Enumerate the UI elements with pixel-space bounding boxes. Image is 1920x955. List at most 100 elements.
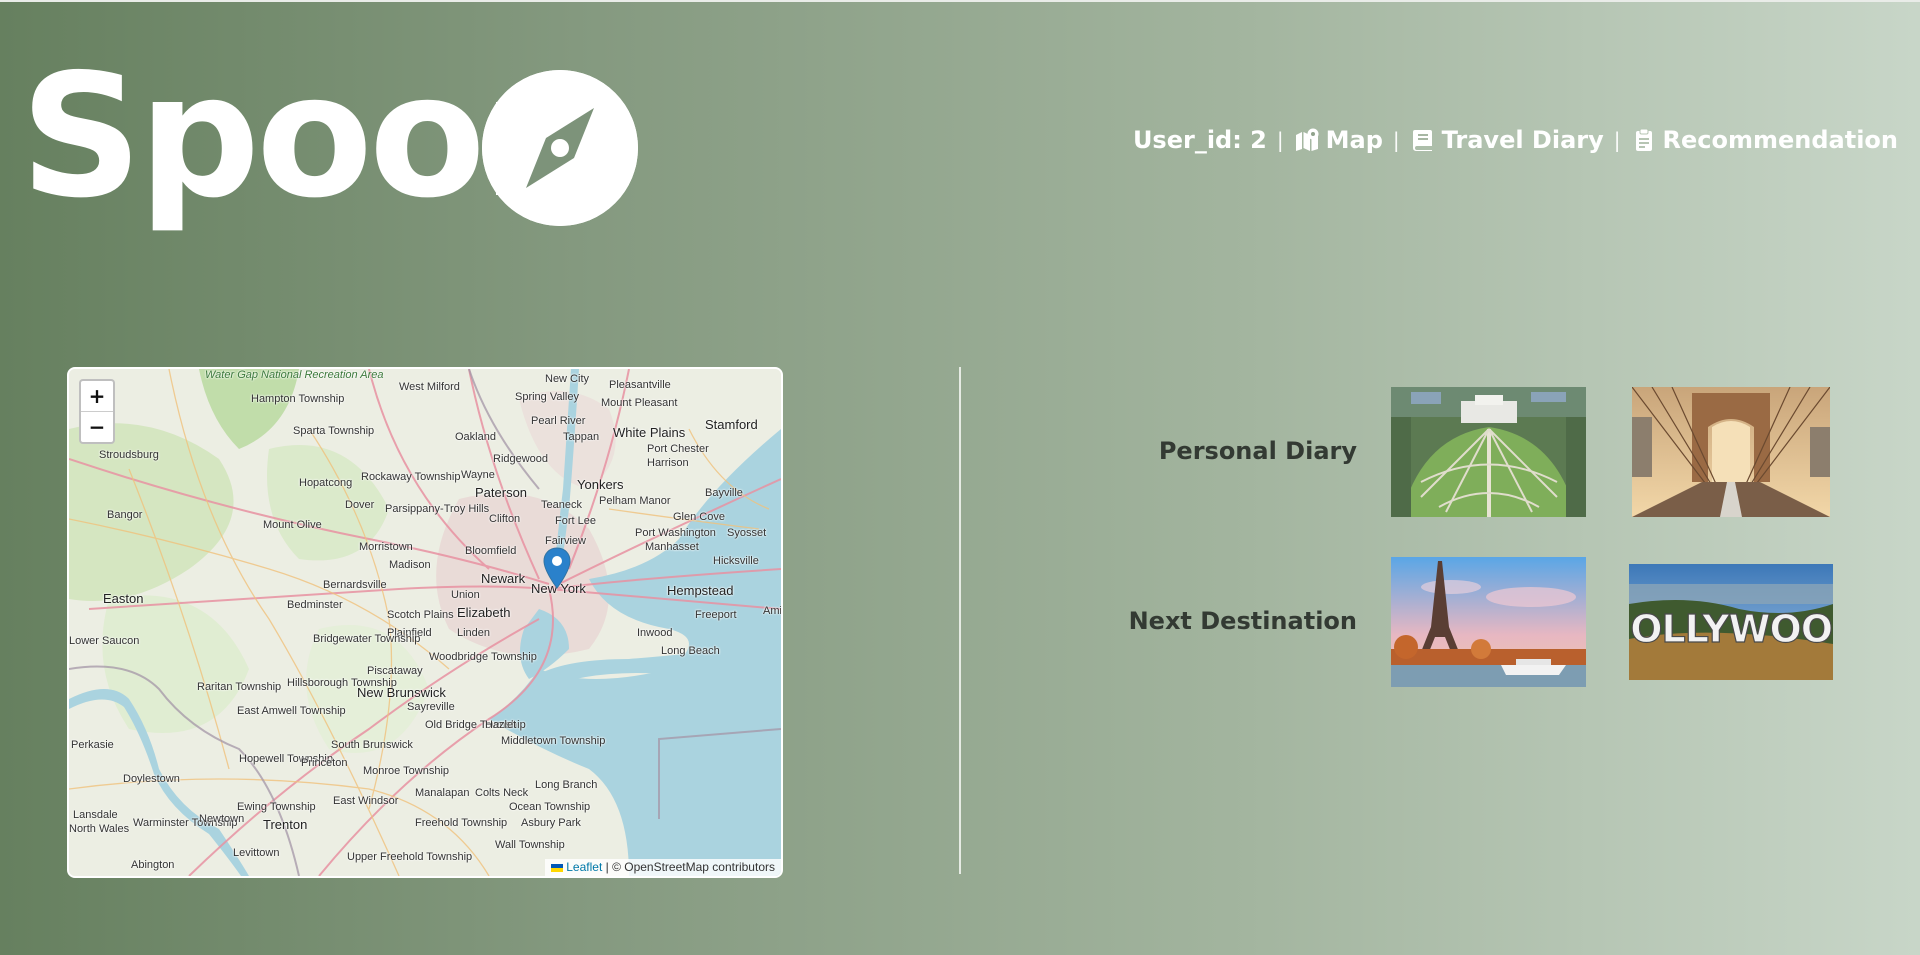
map-label: Clifton — [489, 513, 521, 525]
map-label: Inwood — [637, 627, 673, 639]
map-label: Linden — [457, 627, 491, 639]
map-label: Ridgewood — [493, 453, 549, 465]
map-label: Long Beach — [661, 645, 720, 657]
map-label: Raritan Township — [197, 681, 282, 693]
nav-link-map-label: Map — [1325, 126, 1383, 154]
map-label: Dover — [345, 499, 375, 511]
map-label: Wayne — [461, 469, 495, 481]
map-label: Ocean Township — [509, 801, 591, 813]
map-label: Wall Township — [495, 839, 565, 851]
nav-link-travel-diary[interactable]: Travel Diary — [1410, 126, 1604, 154]
map-label: Manhasset — [645, 541, 699, 553]
hollywood-sign-image[interactable]: HOLLYWOOD — [1629, 564, 1833, 680]
map-label: Bridgewater Township — [313, 633, 421, 645]
nav-link-travel-diary-label: Travel Diary — [1441, 126, 1604, 154]
nav-separator: | — [1276, 128, 1284, 152]
map-label: Bloomfield — [465, 545, 517, 557]
map-label: East Windsor — [333, 795, 399, 807]
map-label: Port Washington — [635, 527, 716, 539]
map-label: Bernardsville — [323, 579, 387, 591]
map-label: Hicksville — [713, 555, 759, 567]
map-label: Lansdale — [73, 809, 118, 821]
compass-icon — [482, 70, 638, 226]
map-label: Long Branch — [535, 779, 598, 791]
map-label: West Milford — [399, 381, 460, 393]
map-label: Freeport — [695, 609, 737, 621]
map-location-icon — [1294, 127, 1320, 153]
top-border — [0, 0, 1920, 2]
brooklyn-bridge-image[interactable] — [1632, 387, 1830, 517]
map-label: Fairview — [545, 535, 586, 547]
map-label: Water Gap National Recreation Area — [205, 369, 384, 381]
campus-aerial-image[interactable] — [1391, 387, 1586, 517]
map-label: Colts Neck — [475, 787, 529, 799]
map-label: Newtown — [199, 813, 245, 825]
map-label: Paterson — [475, 485, 528, 500]
map-label: Asbury Park — [521, 817, 581, 829]
map-label: Harrison — [647, 457, 689, 469]
map-label: Abington — [131, 859, 175, 871]
map-label: Scotch Plains — [387, 609, 454, 621]
nav-separator: | — [1392, 128, 1400, 152]
map-label: Stamford — [705, 417, 758, 432]
map-label: Piscataway — [367, 665, 423, 677]
map-label: Hampton Township — [251, 393, 345, 405]
user-id-label: User_id: 2 — [1132, 126, 1267, 154]
map-label: Levittown — [233, 847, 280, 859]
leaflet-link[interactable]: Leaflet — [566, 860, 602, 874]
map-label: Doylestown — [123, 773, 180, 785]
location-marker-icon[interactable] — [543, 547, 571, 589]
map-label: Upper Freehold Township — [347, 851, 473, 863]
map-label: Bayville — [705, 487, 743, 499]
map-label: Middletown Township — [501, 735, 606, 747]
map-label: White Plains — [613, 425, 686, 440]
map-label: Easton — [103, 591, 144, 606]
map-label: Bedminster — [287, 599, 343, 611]
ukraine-flag-icon — [551, 863, 564, 872]
zoom-out-button[interactable]: − — [81, 412, 113, 442]
nav-link-map[interactable]: Map — [1294, 126, 1383, 154]
map-label: Perkasie — [71, 739, 114, 751]
zoom-in-button[interactable]: + — [81, 381, 113, 412]
hollywood-text: HOLLYWOOD — [1629, 607, 1833, 651]
nav-separator: | — [1613, 128, 1621, 152]
map-label: Amity — [763, 605, 782, 617]
map-label: Freehold Township — [415, 817, 508, 829]
vertical-divider — [959, 367, 961, 874]
map-label: South Brunswick — [331, 739, 413, 751]
map-label: East Amwell Township — [237, 705, 346, 717]
nav-link-recommendation[interactable]: Recommendation — [1631, 126, 1899, 154]
attribution-text: | © OpenStreetMap contributors — [602, 860, 775, 874]
map-label: Hempstead — [667, 583, 734, 598]
eiffel-tower-image[interactable] — [1391, 557, 1586, 687]
map-label: Madison — [389, 559, 431, 571]
map-label: Ewing Township — [237, 801, 316, 813]
map-view[interactable]: Water Gap National Recreation Area West … — [67, 367, 783, 878]
map-label: Parsippany-Troy Hills — [385, 503, 490, 515]
map-label: Hazlet — [485, 719, 517, 731]
nav-link-recommendation-label: Recommendation — [1662, 126, 1899, 154]
map-label: New Brunswick — [357, 685, 446, 700]
map-label: Princeton — [301, 757, 348, 769]
map-label: Bangor — [107, 509, 143, 521]
map-label: Teaneck — [541, 499, 582, 511]
map-label: Lower Saucon — [69, 635, 140, 647]
logo-text: Spoor — [20, 38, 566, 236]
map-label: Pearl River — [531, 415, 586, 427]
map-label: Spring Valley — [515, 391, 579, 403]
clipboard-icon — [1631, 127, 1657, 153]
map-label: Rockaway Township — [361, 471, 461, 483]
map-label: Union — [451, 589, 480, 601]
map-label: Sayreville — [407, 701, 455, 713]
map-label: Trenton — [263, 817, 308, 832]
map-label: Mount Pleasant — [601, 397, 678, 409]
book-icon — [1410, 127, 1436, 153]
top-nav: User_id: 2 | Map | Travel Diary | Recomm… — [1133, 126, 1898, 154]
map-label: Port Chester — [647, 443, 709, 455]
map-label: Fort Lee — [555, 515, 596, 527]
map-label: Newark — [481, 571, 526, 586]
map-label: Pleasantville — [609, 379, 671, 391]
next-destination-label: Next Destination — [1128, 607, 1357, 635]
map-label: Yonkers — [577, 477, 624, 492]
map-label: Glen Cove — [673, 511, 725, 523]
